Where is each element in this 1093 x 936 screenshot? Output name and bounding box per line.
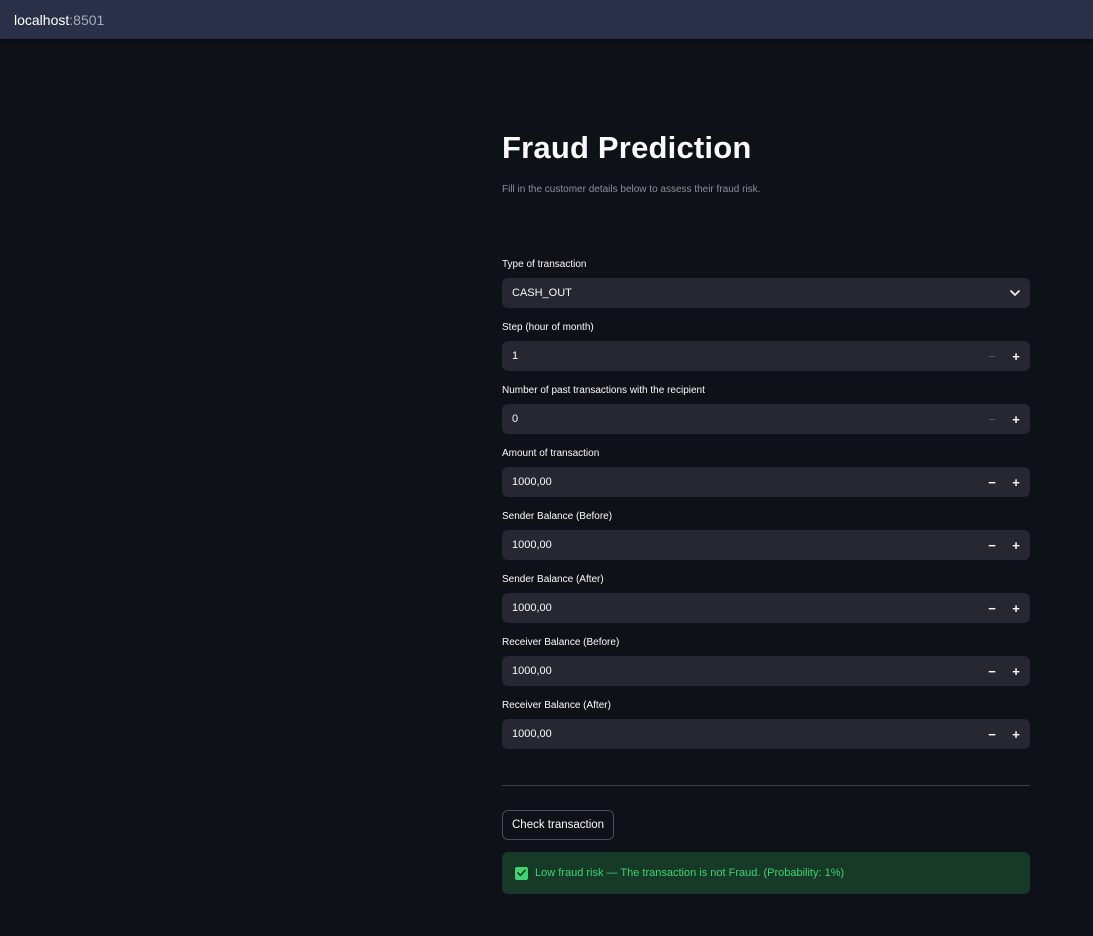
sender-before-label: Sender Balance (Before) [502,511,613,522]
amount-number-input[interactable]: 1000,00 − + [502,467,1030,497]
sender-after-number-input[interactable]: 1000,00 − + [502,593,1030,623]
divider [502,785,1030,786]
step-decrement-button[interactable]: − [980,341,1004,371]
sender-before-decrement-button[interactable]: − [980,530,1004,560]
receiver-before-number-input[interactable]: 1000,00 − + [502,656,1030,686]
transaction-type-select[interactable]: CASH_OUT [502,278,1030,308]
step-number-input[interactable]: 1 − + [502,341,1030,371]
receiver-before-decrement-button[interactable]: − [980,656,1004,686]
past-transactions-label: Number of past transactions with the rec… [502,385,705,396]
result-message: Low fraud risk — The transaction is not … [535,867,845,879]
chevron-down-icon[interactable] [1000,278,1030,308]
browser-address-bar[interactable]: localhost:8501 [0,0,1093,39]
address-host: localhost [14,11,70,28]
receiver-before-label: Receiver Balance (Before) [502,637,620,648]
receiver-before-increment-button[interactable]: + [1004,656,1028,686]
past-transactions-value[interactable]: 0 [502,413,980,425]
past-transactions-decrement-button[interactable]: − [980,404,1004,434]
past-transactions-number-input[interactable]: 0 − + [502,404,1030,434]
receiver-before-value[interactable]: 1000,00 [502,665,980,677]
sender-after-value[interactable]: 1000,00 [502,602,980,614]
receiver-after-number-input[interactable]: 1000,00 − + [502,719,1030,749]
sender-before-increment-button[interactable]: + [1004,530,1028,560]
transaction-type-value: CASH_OUT [512,287,572,299]
sender-after-decrement-button[interactable]: − [980,593,1004,623]
success-alert: Low fraud risk — The transaction is not … [502,852,1030,894]
sender-after-increment-button[interactable]: + [1004,593,1028,623]
receiver-after-decrement-button[interactable]: − [980,719,1004,749]
amount-value[interactable]: 1000,00 [502,476,980,488]
step-value[interactable]: 1 [502,350,980,362]
transaction-type-label: Type of transaction [502,259,587,270]
amount-decrement-button[interactable]: − [980,467,1004,497]
sender-before-number-input[interactable]: 1000,00 − + [502,530,1030,560]
sender-after-label: Sender Balance (After) [502,574,604,585]
page-title: Fraud Prediction [502,130,752,165]
receiver-after-label: Receiver Balance (After) [502,700,611,711]
address-port: :8501 [69,11,105,28]
receiver-after-value[interactable]: 1000,00 [502,728,980,740]
check-transaction-button[interactable]: Check transaction [502,810,615,840]
step-label: Step (hour of month) [502,322,594,333]
past-transactions-increment-button[interactable]: + [1004,404,1028,434]
amount-increment-button[interactable]: + [1004,467,1028,497]
amount-label: Amount of transaction [502,448,600,459]
sender-before-value[interactable]: 1000,00 [502,539,980,551]
step-increment-button[interactable]: + [1004,341,1028,371]
receiver-after-increment-button[interactable]: + [1004,719,1028,749]
page-subtitle: Fill in the customer details below to as… [502,184,761,195]
check-icon [515,866,528,880]
